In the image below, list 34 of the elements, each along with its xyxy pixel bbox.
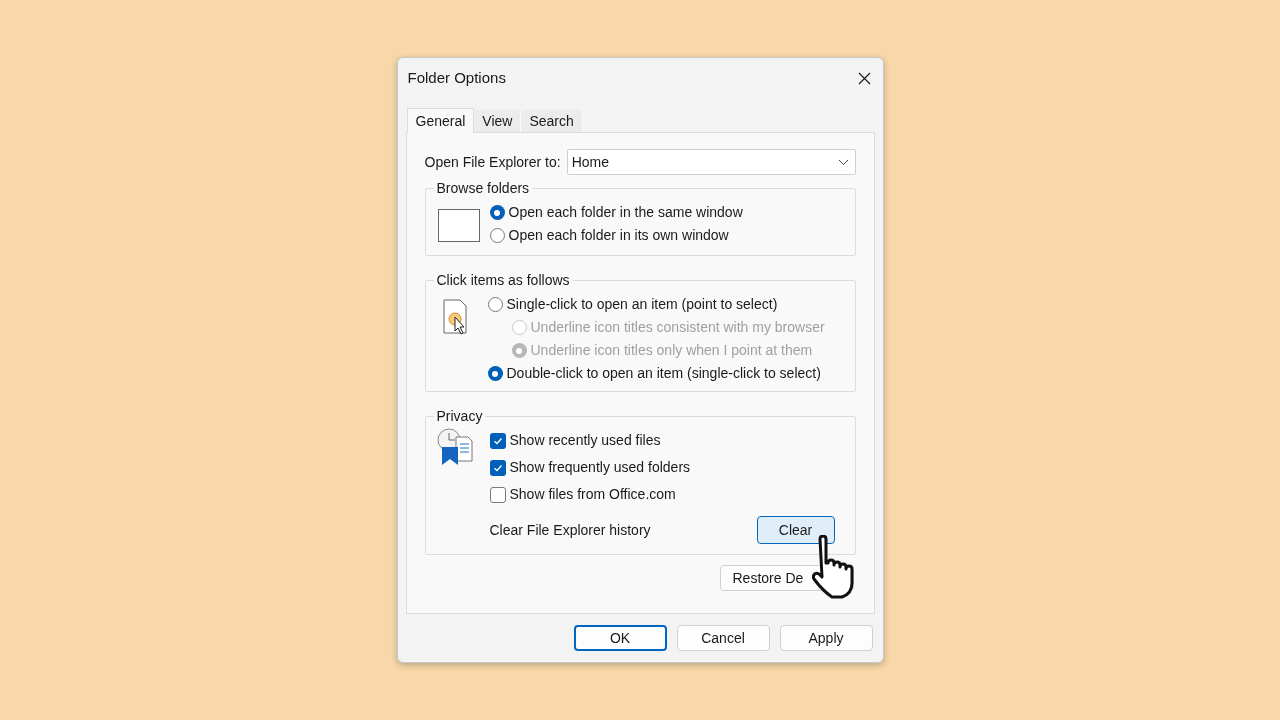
tab[interactable]: View xyxy=(474,110,522,132)
radio-label: Underline icon titles only when I point at them xyxy=(530,341,813,360)
checkbox-label: Show frequently used folders xyxy=(509,458,691,477)
radio-button[interactable] xyxy=(489,205,505,220)
checkmark-icon xyxy=(492,462,503,473)
checkmark-icon xyxy=(492,435,503,446)
radio-label: Open each folder in its own window xyxy=(508,226,729,245)
history-label: Clear File Explorer history xyxy=(489,520,651,540)
dialog-button[interactable]: Cancel xyxy=(676,625,770,651)
close-icon[interactable] xyxy=(857,71,871,85)
radio-label: Single-click to open an item (point to select) xyxy=(506,295,778,314)
group-title: Privacy xyxy=(433,407,486,425)
tab[interactable]: General xyxy=(406,108,475,133)
dialog-button[interactable]: OK xyxy=(573,625,667,651)
checkbox-label: Show recently used files xyxy=(509,431,661,450)
field-label: Open File Explorer to: xyxy=(424,152,561,172)
window-title: Folder Options xyxy=(407,67,506,88)
radio-button[interactable] xyxy=(487,297,503,312)
tab[interactable]: Search xyxy=(521,110,583,132)
dropdown[interactable]: Home xyxy=(566,149,856,175)
checkbox[interactable] xyxy=(489,432,506,449)
radio-label: Open each folder in the same window xyxy=(508,203,743,222)
radio-button[interactable] xyxy=(487,366,503,381)
chevron-down-icon xyxy=(837,158,849,166)
dialog-button[interactable]: Apply xyxy=(779,625,873,651)
radio-label: Double-click to open an item (single-click to select) xyxy=(506,364,821,383)
checkbox[interactable] xyxy=(489,486,506,503)
checkbox[interactable] xyxy=(489,459,506,476)
window-icon xyxy=(437,209,480,242)
clear-button[interactable]: Clear xyxy=(756,516,835,544)
clock-documents-icon xyxy=(435,427,476,467)
radio-button[interactable] xyxy=(489,228,505,243)
checkbox-label: Show files from Office.com xyxy=(509,485,676,504)
radio-label: Underline icon titles consistent with my browser xyxy=(530,318,825,337)
